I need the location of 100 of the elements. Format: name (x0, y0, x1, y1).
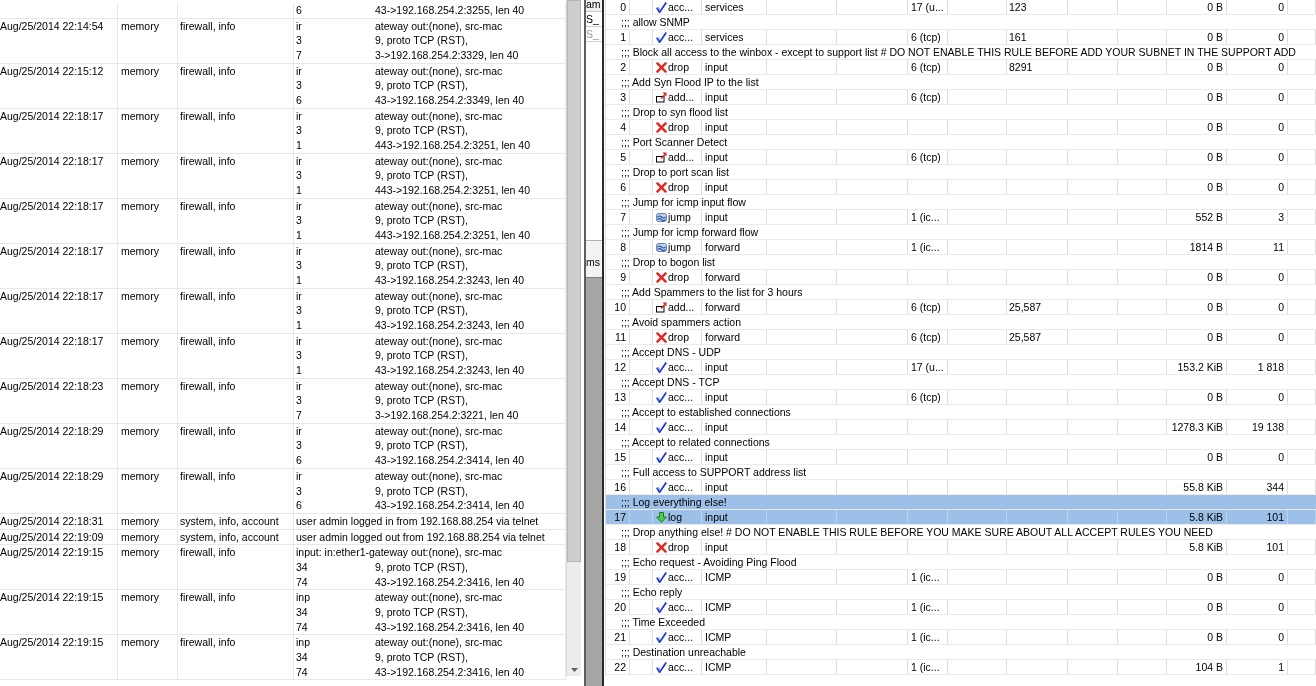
bytes-count: 0 B (1207, 1, 1223, 13)
bytes-count: 5.8 KiB (1189, 511, 1223, 523)
firewall-rule-row[interactable]: ;;; Block all access to the winbox - except to support list # DO NOT ENABLE THIS RULE BEFORE ADD YOUR SUBNET IN THE SUPPORT ADD 2 drop input 6 (tcp) 8291 0 B 0 (606, 45, 1316, 75)
action-label: log (668, 510, 682, 524)
firewall-rule-row[interactable]: 0 acc... services 17 (u... 123 0 B 0 (606, 0, 1316, 15)
firewall-rule-row[interactable]: ;;; Avoid spammers action 11 drop forward 6 (tcp) 25,587 0 B 0 (606, 315, 1316, 345)
log-message-text: 3 (296, 348, 302, 364)
log-entry-row[interactable]: Aug/25/2014 22:19:15 memory firewall, info inp ateway out:(none), src-mac 34 9, proto TCP (RST), 74 43->192.168.254.2:3416, len 40 (0, 635, 566, 681)
protocol-text: 6 (tcp) (911, 301, 941, 313)
log-message-text: ateway out:(none), src-mac (375, 378, 503, 394)
rule-number: 9 (620, 271, 626, 283)
log-entry-row[interactable]: 6 43->192.168.254.2:3255, len 40 (0, 0, 566, 19)
log-buffer-name: memory (121, 19, 159, 32)
log-message-text: 43->192.168.254.2:3243, len 40 (375, 273, 525, 288)
firewall-rule-row[interactable]: ;;; Destination unreachable 22 acc... ICMP 1 (ic... 104 B 1 (606, 645, 1316, 675)
log-topics: firewall, info (180, 424, 236, 437)
check-icon (656, 661, 667, 673)
log-message-text: 1 (296, 138, 302, 153)
firewall-rule-row[interactable]: ;;; Add Spammers to the list for 3 hours 10 add... forward 6 (tcp) 25,587 0 B 0 (606, 285, 1316, 315)
rule-comment: ;;; Accept DNS - TCP (621, 376, 720, 388)
log-message-text: ateway out:(none), src-mac (375, 468, 503, 484)
log-message-text: 6 (296, 3, 302, 18)
log-message-text: ir (296, 468, 302, 484)
log-message-text: ir (296, 333, 302, 349)
panel-tab[interactable]: ms (586, 240, 602, 278)
firewall-rule-row[interactable]: ;;; Drop to syn flood list 4 drop input 0 B 0 (606, 105, 1316, 135)
action-label: jump (668, 210, 691, 224)
scrollbar-thumb[interactable] (567, 0, 581, 562)
log-buffer-name: memory (121, 64, 159, 77)
log-timestamp: Aug/25/2014 22:18:29 (0, 469, 104, 482)
scrollbar[interactable] (566, 0, 581, 676)
log-topics: firewall, info (180, 244, 236, 257)
log-message-text: 43->192.168.254.2:3243, len 40 (375, 363, 525, 378)
log-message-text: ir (296, 108, 302, 124)
action-label: acc... (668, 30, 694, 44)
firewall-rule-row[interactable]: ;;; Drop anything else! # DO NOT ENABLE THIS RULE BEFORE YOU MAKE SURE ABOUT ALL ACCEPT RULES YOU NEED 18 drop input 5.8 KiB 101 (606, 525, 1316, 555)
action-label: acc... (668, 630, 694, 644)
rule-number: 5 (620, 151, 626, 163)
rule-number: 11 (615, 331, 626, 343)
chain-name: input (705, 451, 728, 463)
log-message-text: 3 (296, 168, 302, 184)
protocol-text: 17 (u... (911, 1, 944, 13)
firewall-rule-row[interactable]: ;;; Echo request - Avoiding Ping Flood 19 acc... ICMP 1 (ic... 0 B 0 (606, 555, 1316, 585)
log-entry-row[interactable]: Aug/25/2014 22:19:09 memory system, info, account user admin logged out from 192.168.88.254 via telnet (0, 529, 566, 546)
log-topics: system, info, account (180, 514, 279, 527)
check-icon (656, 451, 667, 463)
list-item[interactable]: S_ (586, 12, 602, 27)
arrow-down-icon[interactable] (570, 668, 578, 672)
log-message-text: ateway out:(none), src-mac (375, 153, 503, 169)
firewall-rule-row[interactable]: ;;; Port Scanner Detect 5 add... input 6 (tcp) 0 B 0 (606, 135, 1316, 165)
chain-name: input (705, 421, 728, 433)
bytes-count: 5.8 KiB (1189, 541, 1223, 553)
protocol-text: 6 (tcp) (911, 31, 941, 43)
bytes-count: 0 B (1207, 451, 1223, 463)
log-message-text: 43->192.168.254.2:3255, len 40 (375, 3, 525, 18)
firewall-rule-row[interactable]: ;;; Echo reply 20 acc... ICMP 1 (ic... 0 B 0 (606, 585, 1316, 615)
packets-count: 0 (1278, 61, 1284, 73)
box-arrow-icon (656, 301, 667, 313)
log-timestamp: Aug/25/2014 22:18:17 (0, 154, 104, 167)
log-message-text: 34 (296, 649, 308, 665)
log-message-text: 9, proto TCP (RST), (375, 213, 468, 229)
protocol-text: 6 (tcp) (911, 391, 941, 403)
firewall-rule-row[interactable]: ;;; Add Syn Flood IP to the list 3 add... input 6 (tcp) 0 B 0 (606, 75, 1316, 105)
firewall-rule-row[interactable]: ;;; Drop to bogon list 9 drop forward 0 B 0 (606, 255, 1316, 285)
log-message-text: 6 (296, 93, 302, 108)
firewall-rule-row[interactable]: ;;; Accept DNS - TCP 13 acc... input 6 (tcp) 0 B 0 (606, 375, 1316, 405)
firewall-rule-row[interactable]: ;;; Time Exceeded 21 acc... ICMP 1 (ic... 0 B 0 (606, 615, 1316, 645)
check-icon (656, 391, 667, 403)
log-message-text: ir (296, 243, 302, 259)
firewall-rule-row[interactable]: ;;; Jump for icmp input flow 7 jump input 1 (ic... 552 B 3 (606, 195, 1316, 225)
firewall-rule-row[interactable]: ;;; Jump for icmp forward flow 8 jump forward 1 (ic... 1814 B 11 (606, 225, 1316, 255)
packets-count: 1 (1278, 661, 1284, 673)
check-icon (656, 571, 667, 583)
list-header: am (586, 0, 602, 12)
x-mark-icon (656, 181, 667, 193)
log-message-text: ir (296, 18, 302, 34)
log-message-text: ateway out:(none), src-mac (375, 18, 503, 34)
rule-comment: ;;; Drop to bogon list (621, 256, 715, 268)
log-message-text: ateway out:(none), src-mac (375, 590, 503, 605)
log-message-text: ateway out:(none), src-mac (375, 333, 503, 349)
packets-count: 0 (1278, 31, 1284, 43)
firewall-rule-row[interactable]: ;;; Accept DNS - UDP 12 acc... input 17 (u... 153.2 KiB 1 818 (606, 345, 1316, 375)
log-message-text: 43->192.168.254.2:3414, len 40 (375, 453, 525, 468)
bytes-count: 0 B (1207, 601, 1223, 613)
firewall-rule-row[interactable]: ;;; Accept to established connections 14 acc... input 1278.3 KiB 19 138 (606, 405, 1316, 435)
log-message-text: 1 (296, 273, 302, 288)
rule-comment: ;;; allow SNMP (621, 16, 690, 28)
rule-comment: ;;; Echo reply (621, 586, 683, 598)
packets-count: 0 (1278, 151, 1284, 163)
log-topics: firewall, info (180, 109, 236, 122)
rule-comment: ;;; Avoid spammers action (621, 316, 742, 328)
firewall-rule-row[interactable]: ;;; allow SNMP 1 acc... services 6 (tcp) 161 0 B 0 (606, 15, 1316, 45)
log-entry-row[interactable]: Aug/25/2014 22:18:31 memory system, info, account user admin logged in from 192.168.88.254 via telnet (0, 513, 566, 530)
firewall-rule-row[interactable]: ;;; Accept to related connections 15 acc... input 0 B 0 (606, 435, 1316, 465)
firewall-rule-row[interactable]: ;;; Drop to port scan list 6 drop input 0 B 0 (606, 165, 1316, 195)
bytes-count: 0 B (1207, 301, 1223, 313)
firewall-rule-row[interactable]: ;;; Log everything else! 17 log input 5.8 KiB 101 (606, 495, 1316, 525)
log-message-text: 443->192.168.254.2:3251, len 40 (375, 183, 530, 198)
chain-name: ICMP (705, 661, 732, 673)
log-message-text: 3->192.168.254.2:3221, len 40 (375, 408, 519, 423)
